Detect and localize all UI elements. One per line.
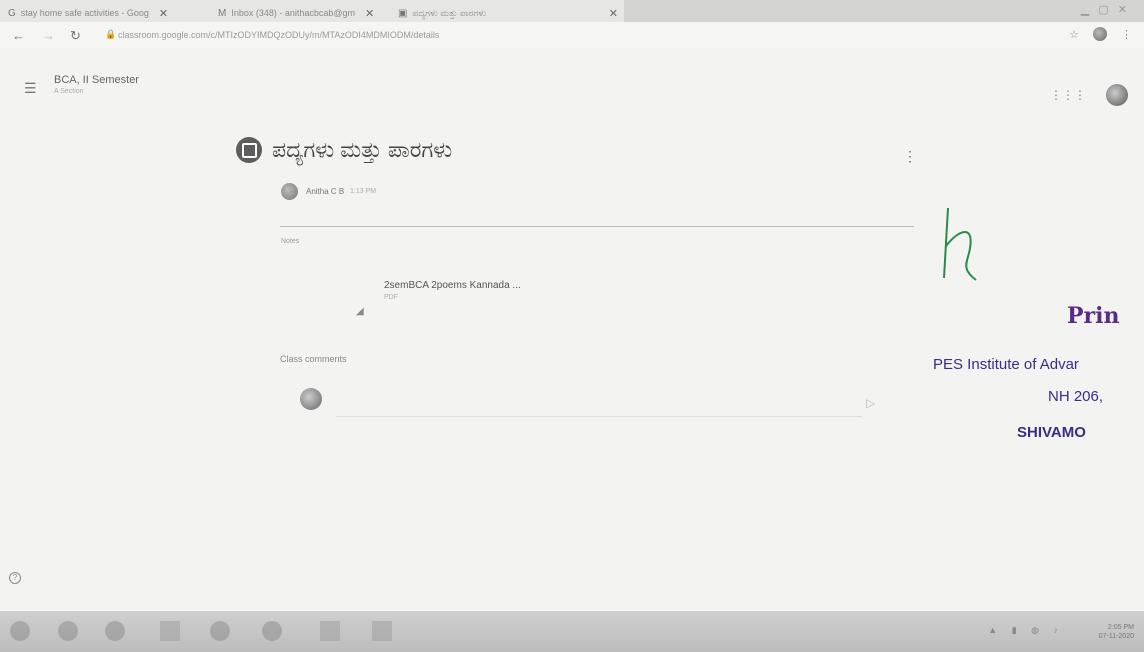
comment-input[interactable]: [336, 388, 862, 417]
signature-mark: [943, 207, 977, 281]
attachment-type: PDF: [384, 294, 398, 301]
tab-label: ಪದ್ಯಗಳು ಮತ್ತು ಪಾರಗಳು: [412, 7, 487, 18]
window-controls: ▁ ▢ ✕: [624, 0, 1144, 22]
account-avatar[interactable]: [1106, 84, 1128, 106]
toolbar-right: ☆ ⋮: [1069, 27, 1132, 41]
reload-icon[interactable]: ↻: [70, 28, 81, 44]
menu-icon[interactable]: ⋮: [1121, 28, 1132, 41]
tab-gmail-inbox[interactable]: M Inbox (348) - anithacbcab@gm ✕: [218, 4, 374, 22]
start-icon[interactable]: [10, 621, 30, 641]
app-icon[interactable]: [372, 621, 392, 641]
app-icon[interactable]: [160, 621, 180, 641]
forward-icon[interactable]: →: [42, 28, 55, 43]
close-icon[interactable]: ✕: [159, 7, 168, 20]
os-taskbar: ▲ ▮ ◍ ♪ 2:05 PM 07-11-2020: [0, 611, 1144, 652]
class-title[interactable]: BCA, II Semester: [54, 74, 139, 86]
author-avatar: [281, 183, 298, 200]
gmail-icon: M: [218, 7, 227, 19]
explorer-icon[interactable]: [105, 621, 125, 641]
address-bar: ← → ↻ 🔒 classroom.google.com/c/MTIzODYIM…: [0, 22, 1144, 48]
system-tray-icons[interactable]: ▲ ▮ ◍ ♪: [988, 625, 1064, 636]
app-icon[interactable]: [320, 621, 340, 641]
tab-google-search[interactable]: G stay home safe activities - Goog ✕: [8, 4, 168, 22]
commenter-avatar: [300, 388, 322, 410]
more-options-icon[interactable]: ⋮: [903, 148, 917, 165]
tab-classroom[interactable]: ▣ ಪದ್ಯಗಳು ಮತ್ತು ಪಾರಗಳು ✕: [398, 4, 618, 22]
apps-grid-icon[interactable]: ⋮⋮⋮: [1050, 88, 1086, 102]
stamp-city: SHIVAMO: [1017, 424, 1086, 441]
clock-date: 07-11-2020: [1098, 633, 1134, 640]
header-right: ⋮⋮⋮: [1050, 84, 1128, 106]
help-icon[interactable]: ?: [9, 572, 21, 584]
lock-icon: 🔒: [105, 29, 117, 39]
star-icon[interactable]: ☆: [1069, 28, 1079, 41]
classroom-icon: ▣: [398, 7, 408, 19]
attachment-card[interactable]: ◢ 2semBCA 2poems Kannada ... PDF: [281, 256, 641, 336]
clock-time: 2:05 PM: [1107, 624, 1134, 631]
author-name: Anitha C B: [306, 187, 345, 196]
send-icon[interactable]: ▷: [866, 396, 875, 410]
close-icon[interactable]: ✕: [365, 7, 374, 20]
url-field[interactable]: classroom.google.com/c/MTIzODYIMDQzODUy/…: [118, 30, 439, 40]
post-time: 1:13 PM: [350, 188, 377, 195]
stamp-address: NH 206,: [1048, 388, 1104, 405]
class-section: A Section: [54, 88, 84, 95]
close-icon[interactable]: ✕: [609, 7, 618, 20]
pdf-thumbnail-icon: ◢: [356, 306, 364, 317]
stamp-title: Prin: [1067, 303, 1120, 329]
stamp-institute: PES Institute of Advar: [933, 356, 1079, 373]
back-icon[interactable]: ←: [12, 28, 25, 43]
browser-tab-strip: G stay home safe activities - Goog ✕ M I…: [0, 0, 1144, 22]
profile-avatar[interactable]: [1093, 27, 1107, 41]
app-icon[interactable]: [210, 621, 230, 641]
clock[interactable]: 2:05 PM 07-11-2020: [1099, 623, 1134, 641]
divider: [280, 226, 914, 227]
material-icon: [236, 137, 262, 163]
window-buttons[interactable]: ▁ ▢ ✕: [1081, 3, 1130, 16]
media-player-icon[interactable]: [58, 621, 78, 641]
class-comments-label: Class comments: [280, 354, 347, 364]
chrome-icon[interactable]: [262, 621, 282, 641]
google-icon: G: [8, 7, 16, 19]
post-title: ಪದ್ಯಗಳು ಮತ್ತು ಪಾರಗಳು: [272, 137, 453, 162]
hamburger-menu-icon[interactable]: ☰: [24, 80, 37, 97]
tab-label: stay home safe activities - Goog: [20, 8, 149, 18]
tab-label: Inbox (348) - anithacbcab@gm: [231, 8, 356, 18]
attachment-name: 2semBCA 2poems Kannada ...: [384, 280, 521, 291]
notes-label: Notes: [281, 238, 300, 245]
